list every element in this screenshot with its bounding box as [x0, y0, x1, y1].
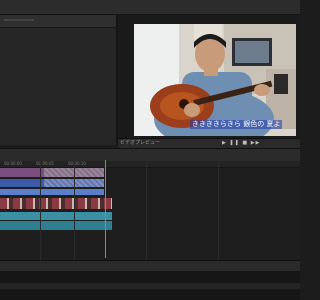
subtitle-caption: ききききらきら 銀色の 夏よ — [190, 120, 283, 129]
panel-handle[interactable] — [4, 19, 34, 21]
overlay-clip[interactable] — [0, 189, 104, 195]
timeline-gridline — [218, 160, 219, 260]
ruler-tick-label: 00:00:00 — [4, 161, 22, 166]
ruler-tick-label: 00:00:05 — [36, 161, 54, 166]
playhead[interactable] — [105, 160, 106, 258]
timeline-gridline — [40, 160, 41, 260]
music-clip-waveform[interactable] — [0, 221, 112, 230]
music-clip[interactable] — [0, 212, 112, 220]
timeline-gridline — [74, 160, 75, 260]
timeline-scrollbar[interactable] — [0, 260, 300, 271]
video-thumbnail-track[interactable] — [0, 198, 112, 209]
media-browser-header — [0, 15, 116, 28]
timeline-area[interactable] — [0, 168, 300, 260]
playback-controls[interactable]: ▶ ❚❚ ■ ▶▶ — [222, 139, 260, 147]
timeline-toolbar — [0, 148, 300, 162]
timeline-gridline — [146, 160, 147, 260]
ruler-tick-label: 00:00:10 — [68, 161, 86, 166]
top-menu-bar — [0, 0, 300, 15]
viewer-label: ビデオプレビュー — [120, 140, 161, 146]
status-bar — [0, 283, 300, 289]
media-browser-panel[interactable] — [0, 15, 118, 145]
